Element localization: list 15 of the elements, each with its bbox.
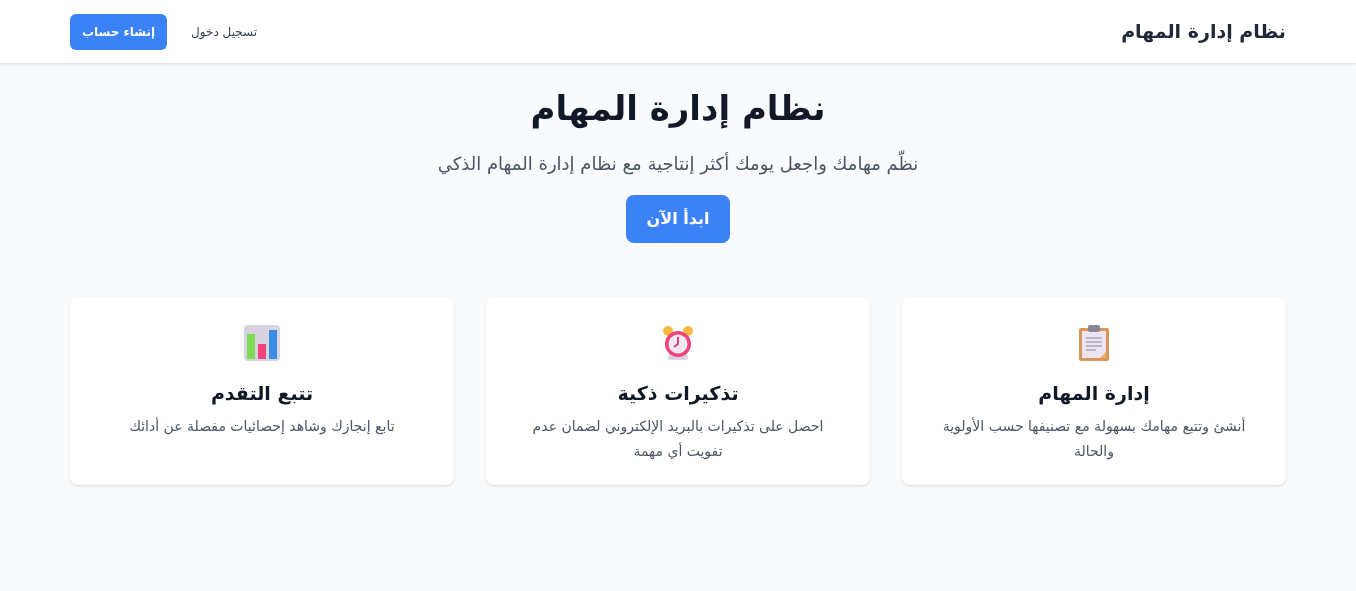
bar-chart-icon bbox=[243, 324, 281, 362]
feature-title: تتبع التقدم bbox=[210, 381, 314, 407]
brand-title: نظام إدارة المهام bbox=[1121, 19, 1286, 45]
signup-button[interactable]: إنشاء حساب bbox=[70, 13, 168, 50]
hero-title: نظام إدارة المهام bbox=[530, 87, 826, 131]
clipboard-icon bbox=[1078, 324, 1110, 362]
start-button[interactable]: ابدأ الآن bbox=[626, 195, 730, 243]
hero-subtitle: نظّم مهامك واجعل يومك أكثر إنتاجية مع نظام إدارة المهام الذكي bbox=[437, 150, 919, 177]
feature-title: إدارة المهام bbox=[1038, 381, 1150, 407]
feature-title: تذكيرات ذكية bbox=[617, 381, 739, 407]
login-link[interactable]: تسجيل دخول bbox=[191, 22, 258, 41]
feature-description: احصل على تذكيرات بالبريد الإلكتروني لضمان عدم تفويت أي مهمة bbox=[531, 416, 825, 462]
alarm-clock-icon bbox=[661, 325, 695, 361]
feature-description: أنشئ وتتبع مهامك بسهولة مع تصنيفها حسب الأولوية والحالة bbox=[942, 416, 1246, 462]
feature-description: تابع إنجازك وشاهد إحصائيات مفصلة عن أدائك bbox=[129, 416, 395, 437]
